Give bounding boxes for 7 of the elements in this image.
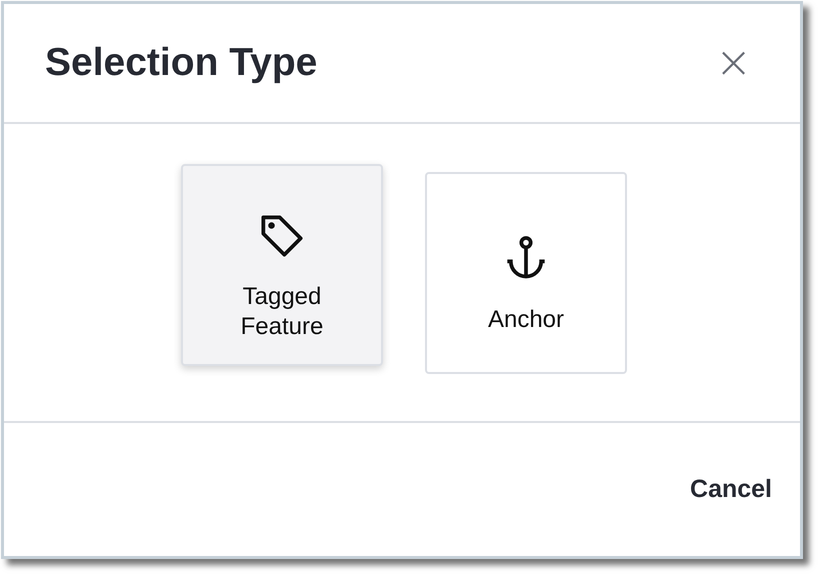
option-card[interactable]: Anchor	[425, 172, 627, 374]
option-card[interactable]: Tagged Feature	[181, 164, 383, 366]
option-label: Anchor	[486, 304, 566, 334]
option-label: Tagged Feature	[240, 282, 324, 342]
close-button[interactable]: ×	[715, 41, 752, 85]
cancel-button[interactable]: Cancel	[690, 471, 772, 508]
dialog-title: Selection Type	[45, 41, 318, 85]
